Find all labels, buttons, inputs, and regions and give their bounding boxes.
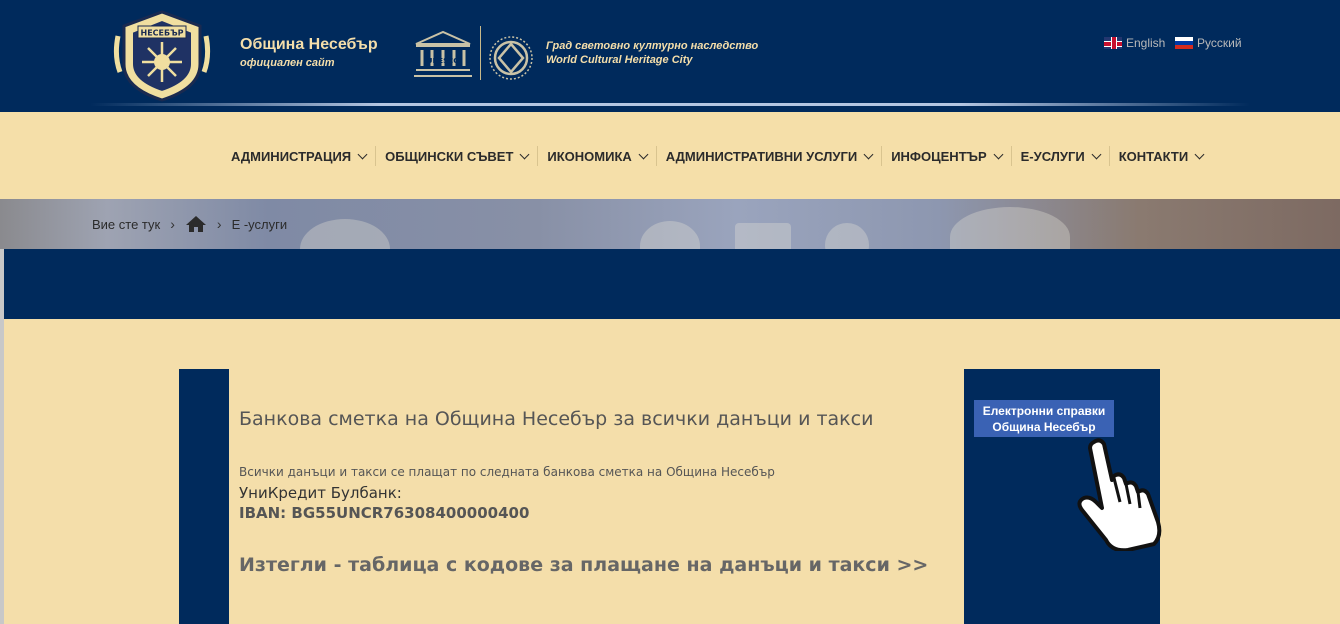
language-english-label: English: [1126, 36, 1166, 50]
nav-item-infocenter[interactable]: ИНФОЦЕНТЪР: [882, 149, 1010, 164]
page-title-band: [4, 249, 1340, 319]
chevron-down-icon: [1091, 149, 1102, 159]
nav-item-label: КОНТАКТИ: [1118, 148, 1189, 164]
banner-decoration: [735, 223, 791, 249]
eref-button-line1: Електронни справки: [982, 404, 1106, 418]
nav-item-label: АДМИНИСТРАТИВНИ УСЛУГИ: [665, 148, 858, 164]
chevron-down-icon: [993, 149, 1004, 159]
breadcrumb: Вие сте тук › › Е -услуги: [92, 215, 287, 233]
chevron-down-icon: [357, 149, 368, 159]
banner-decoration: [300, 219, 390, 249]
ru-flag-icon: [1175, 37, 1193, 49]
pointing-hand-icon: [1077, 438, 1162, 551]
heritage-title-en: World Cultural Heritage City: [546, 54, 693, 66]
heritage-title-bg: Град световно културно наследство: [546, 40, 759, 52]
header-glow-line: [90, 103, 1250, 106]
nessebar-crest-logo[interactable]: НЕСЕБЪР: [112, 6, 212, 102]
iban: IBAN: BG55UNCR76308400000400: [239, 504, 530, 522]
chevron-down-icon: [1194, 149, 1205, 159]
download-codes-link[interactable]: Изтегли - таблица с кодове за плащане на…: [239, 554, 928, 576]
nav-item-label: АДМИНИСТРАЦИЯ: [231, 148, 352, 164]
unesco-logo: UNESCO: [414, 30, 472, 77]
language-russian-link[interactable]: Русский: [1175, 36, 1242, 50]
nav-item-economy[interactable]: ИКОНОМИКА: [538, 149, 655, 164]
content-left-bar: [179, 369, 229, 624]
site-subtitle: официален сайт: [240, 57, 335, 69]
site-name[interactable]: Община Несебър: [240, 36, 378, 54]
nav-item-label: ИКОНОМИКА: [547, 148, 632, 164]
page-left-edge: [0, 249, 4, 624]
bank-account-title: Банкова сметка на Община Несебър за всич…: [239, 408, 874, 430]
banner-decoration: [950, 207, 1070, 249]
crest-text: НЕСЕБЪР: [141, 29, 184, 38]
banner-decoration: [640, 221, 700, 249]
world-heritage-emblem-icon: [489, 36, 533, 80]
nav-item-contacts[interactable]: КОНТАКТИ: [1110, 149, 1213, 164]
eref-button-line2: Община Несебър: [992, 420, 1096, 434]
language-russian-label: Русский: [1197, 36, 1242, 50]
site-header: НЕСЕБЪР Община Несебър официален сайт UN…: [0, 0, 1340, 112]
unesco-text: UNESCO: [427, 57, 460, 65]
nav-item-label: Е-УСЛУГИ: [1020, 148, 1085, 164]
breadcrumb-prefix: Вие сте тук: [92, 216, 161, 232]
language-english-link[interactable]: English: [1104, 36, 1165, 50]
nav-item-municipal-council[interactable]: ОБЩИНСКИ СЪВЕТ: [376, 149, 537, 164]
chevron-down-icon: [863, 149, 874, 159]
uk-flag-icon: [1104, 37, 1122, 49]
nav-item-administrative-services[interactable]: АДМИНИСТРАТИВНИ УСЛУГИ: [657, 149, 881, 164]
banner-decoration: [825, 223, 869, 249]
breadcrumb-current[interactable]: Е -услуги: [232, 217, 288, 232]
nav-item-label: ОБЩИНСКИ СЪВЕТ: [385, 148, 514, 164]
bank-account-description: Всички данъци и такси се плащат по следн…: [239, 465, 775, 479]
main-navigation: АДМИНИСТРАЦИЯ ОБЩИНСКИ СЪВЕТ ИКОНОМИКА А…: [0, 112, 1340, 199]
nav-item-e-services[interactable]: Е-УСЛУГИ: [1012, 149, 1109, 164]
bank-name: УниКредит Булбанк:: [239, 484, 402, 502]
breadcrumb-separator: ›: [170, 216, 175, 232]
nav-item-administration[interactable]: АДМИНИСТРАЦИЯ: [222, 149, 375, 164]
home-icon[interactable]: [185, 215, 207, 233]
breadcrumb-separator: ›: [216, 216, 222, 232]
electronic-references-button[interactable]: Електронни справки Община Несебър: [974, 400, 1114, 437]
chevron-down-icon: [519, 149, 530, 159]
header-divider: [480, 26, 481, 80]
chevron-down-icon: [638, 149, 649, 159]
nav-item-label: ИНФОЦЕНТЪР: [891, 148, 987, 164]
